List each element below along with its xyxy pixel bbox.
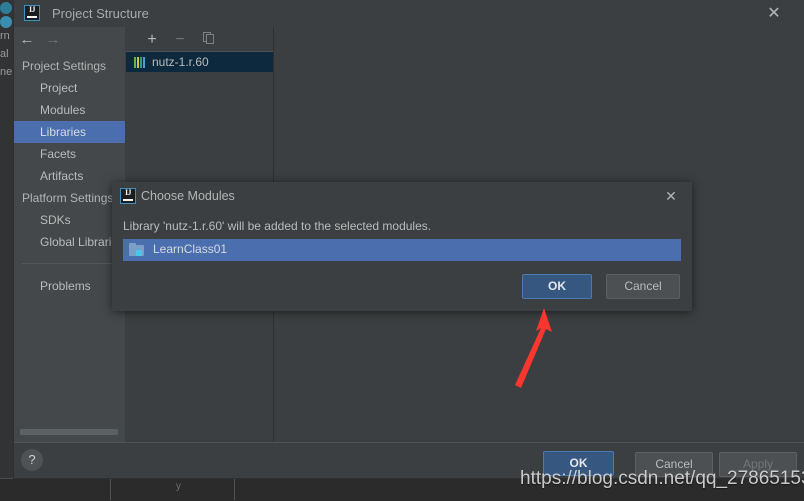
- help-button[interactable]: ?: [21, 449, 43, 471]
- dialog-close-icon[interactable]: ✕: [654, 182, 688, 211]
- add-library-button[interactable]: +: [142, 30, 162, 50]
- library-bars-icon: [134, 57, 147, 68]
- sidebar-separator: [22, 263, 117, 264]
- intellij-idea-icon: IJ: [24, 5, 40, 21]
- libraries-toolbar: + −: [126, 27, 273, 52]
- ide-status-bar-cell: [110, 479, 235, 500]
- sidebar-item-platform-settings[interactable]: Platform Settings: [14, 187, 125, 209]
- remove-library-button[interactable]: −: [170, 30, 190, 50]
- dialog-cancel-button[interactable]: Cancel: [606, 274, 680, 299]
- module-folder-icon: [129, 243, 144, 256]
- window-close-icon[interactable]: ✕: [752, 0, 796, 27]
- sidebar-hscroll-thumb[interactable]: [20, 429, 118, 435]
- window-title: Project Structure: [52, 6, 149, 21]
- library-list-item[interactable]: nutz-1.r.60: [126, 52, 273, 72]
- sidebar-item-modules[interactable]: Modules: [14, 99, 125, 121]
- library-name: nutz-1.r.60: [152, 55, 209, 69]
- settings-sidebar: ← → Project Settings Project Modules Librar…: [14, 27, 125, 442]
- intellij-idea-icon: IJ: [120, 188, 136, 204]
- circle-icon-teal: [0, 2, 12, 14]
- sidebar-item-project[interactable]: Project: [14, 77, 125, 99]
- copy-glyph: [202, 32, 214, 44]
- choose-modules-dialog: IJ Choose Modules ✕ Library 'nutz-1.r.60…: [112, 182, 692, 311]
- sidebar-item-facets[interactable]: Facets: [14, 143, 125, 165]
- background-edge-text-3: ne: [0, 66, 13, 78]
- sidebar-item-global-libraries[interactable]: Global Libraries: [14, 231, 125, 253]
- sidebar-item-sdks[interactable]: SDKs: [14, 209, 125, 231]
- sidebar-item-libraries[interactable]: Libraries: [14, 121, 125, 143]
- sidebar-item-project-settings[interactable]: Project Settings: [14, 55, 125, 77]
- watermark-text: https://blog.csdn.net/qq_27865153: [520, 468, 804, 489]
- back-arrow-icon[interactable]: ←: [16, 31, 38, 49]
- sidebar-item-artifacts[interactable]: Artifacts: [14, 165, 125, 187]
- dialog-titlebar: IJ Choose Modules ✕: [112, 182, 692, 211]
- forward-arrow-icon[interactable]: →: [42, 31, 64, 49]
- dialog-message: Library 'nutz-1.r.60' will be added to t…: [123, 219, 432, 233]
- dialog-ok-button[interactable]: OK: [522, 274, 592, 299]
- copy-icon[interactable]: [198, 30, 218, 50]
- background-edge-text-2: al: [0, 48, 9, 60]
- background-edge-text-1: rn: [0, 30, 10, 42]
- circle-icon-blue: [0, 16, 12, 28]
- window-titlebar: IJ Project Structure ✕: [14, 0, 804, 27]
- sidebar-nav-arrows: ← →: [14, 27, 125, 53]
- module-name: LearnClass01: [153, 242, 228, 256]
- module-list-item[interactable]: LearnClass01: [123, 239, 681, 261]
- dialog-title: Choose Modules: [141, 189, 235, 203]
- sidebar-item-problems[interactable]: Problems: [14, 275, 125, 297]
- ide-status-bar-tick: y: [176, 481, 181, 492]
